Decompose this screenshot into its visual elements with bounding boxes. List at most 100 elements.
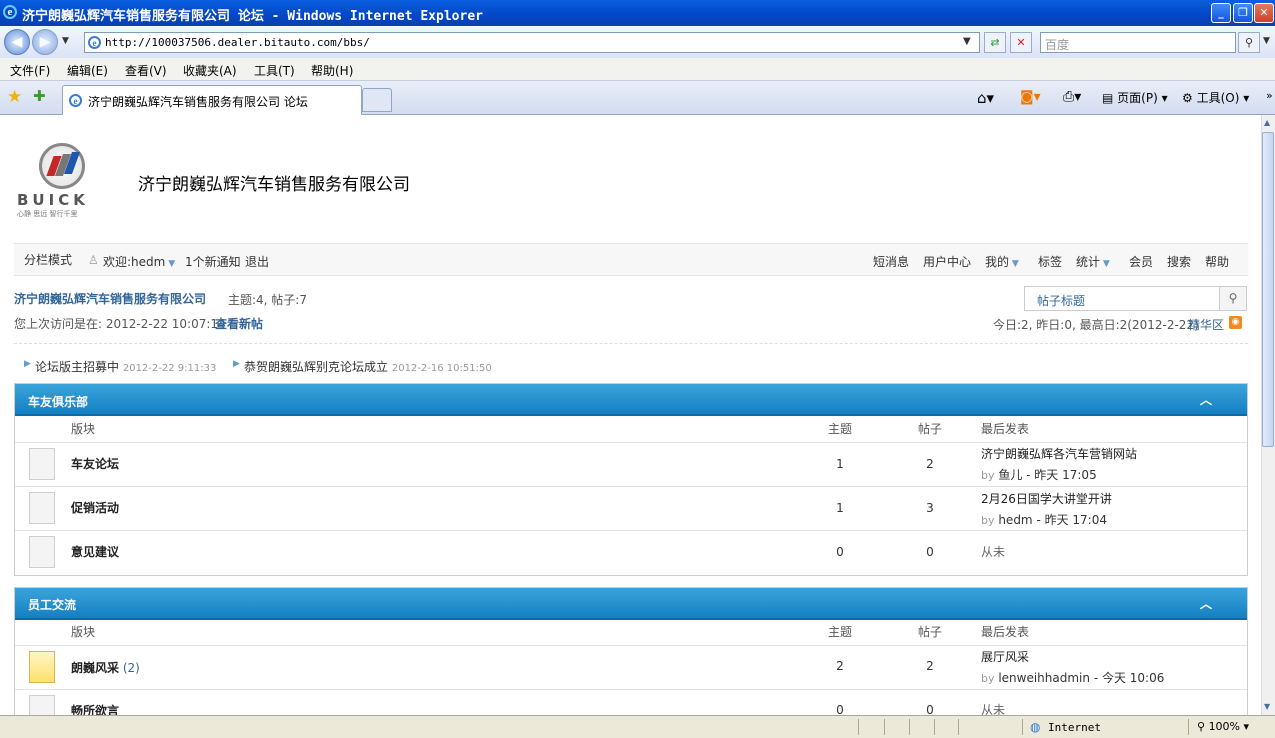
- logout-link[interactable]: 退出: [245, 253, 269, 270]
- print-icon[interactable]: ⎙▾: [1063, 89, 1081, 105]
- by-label: by: [981, 514, 995, 527]
- last-post-meta: by hedm - 昨天 17:04: [981, 511, 1107, 528]
- forum-topics: 2: [836, 659, 844, 673]
- announcement-title: 恭贺朗巍弘辉别克论坛成立: [244, 360, 389, 374]
- menu-view[interactable]: 查看(V): [125, 62, 167, 79]
- more-tools-icon[interactable]: »: [1266, 89, 1273, 102]
- collapse-icon[interactable]: ︿: [1200, 595, 1212, 612]
- view-new-posts-link[interactable]: 查看新帖: [215, 315, 263, 332]
- window-title: 济宁朗巍弘辉汽车销售服务有限公司 论坛 - Windows Internet E…: [22, 9, 483, 24]
- nav-tags[interactable]: 标签: [1038, 253, 1062, 270]
- author-link[interactable]: hedm: [998, 513, 1032, 527]
- announcement-2[interactable]: 恭贺朗巍弘辉别克论坛成立 2012-2-16 10:51:50: [244, 358, 492, 375]
- address-dropdown-icon[interactable]: ▼: [963, 36, 971, 47]
- tab-active[interactable]: e 济宁朗巍弘辉汽车销售服务有限公司 论坛: [62, 85, 362, 115]
- menu-file[interactable]: 文件(F): [10, 62, 50, 79]
- menu-help[interactable]: 帮助(H): [311, 62, 353, 79]
- tools-menu[interactable]: ⚙ 工具(O) ▾: [1182, 89, 1249, 106]
- new-tab-button[interactable]: [362, 88, 392, 112]
- brand-text: BUICK: [17, 191, 89, 209]
- back-button[interactable]: ◀: [4, 29, 30, 55]
- split-mode-button[interactable]: 分栏模式: [24, 251, 72, 268]
- scroll-down-icon[interactable]: ▼: [1264, 702, 1270, 711]
- last-visit: 您上次访问是在: 2012-2-22 10:07:14: [14, 317, 226, 331]
- nav-mine-label: 我的: [985, 255, 1010, 269]
- collapse-icon[interactable]: ︿: [1200, 391, 1212, 408]
- title-bar: e 济宁朗巍弘辉汽车销售服务有限公司 论坛 - Windows Internet…: [0, 0, 1275, 26]
- search-options-icon[interactable]: ▼: [1263, 36, 1270, 46]
- author-link[interactable]: 鱼儿: [998, 468, 1022, 482]
- nav-messages[interactable]: 短消息: [873, 253, 909, 270]
- col-forum: 版块: [71, 422, 96, 436]
- site-title: 济宁朗巍弘辉汽车销售服务有限公司: [138, 175, 410, 195]
- announcement-1[interactable]: 论坛版主招募中 2012-2-22 9:11:33: [35, 358, 216, 375]
- forum-topics: 0: [836, 703, 844, 715]
- forum-name[interactable]: 促销活动: [71, 499, 119, 516]
- nav-user-center[interactable]: 用户中心: [923, 253, 971, 270]
- col-last-post: 最后发表: [981, 422, 1030, 436]
- url-text[interactable]: http://100037506.dealer.bitauto.com/bbs/: [105, 36, 370, 49]
- menu-edit[interactable]: 编辑(E): [67, 62, 108, 79]
- nav-stats[interactable]: 统计 ▼: [1076, 253, 1110, 270]
- add-favorite-icon[interactable]: ✚: [33, 87, 46, 105]
- welcome-text: 欢迎:hedm: [103, 255, 166, 269]
- last-post-title[interactable]: 济宁朗巍弘辉各汽车营销网站: [981, 445, 1137, 462]
- address-bar[interactable]: e http://100037506.dealer.bitauto.com/bb…: [84, 32, 980, 53]
- nav-help[interactable]: 帮助: [1205, 253, 1229, 270]
- favorites-star-icon[interactable]: ★: [7, 87, 22, 107]
- scroll-thumb[interactable]: [1262, 132, 1274, 447]
- post-search-icon[interactable]: ⚲: [1219, 286, 1247, 311]
- post-title-search-input[interactable]: 帖子标题: [1024, 286, 1220, 311]
- close-button[interactable]: ✕: [1254, 3, 1274, 23]
- restore-button[interactable]: ❐: [1233, 3, 1253, 23]
- stats-dropdown-icon: ▼: [1100, 259, 1110, 269]
- row-divider: [15, 486, 1247, 487]
- col-topics: 主题: [827, 422, 852, 436]
- post-time: - 昨天 17:05: [1022, 468, 1097, 482]
- by-label: by: [981, 672, 995, 685]
- brand-slogan: 心静 思远 智行千里: [17, 210, 78, 218]
- rss-icon[interactable]: ◉: [1229, 316, 1242, 329]
- tab-label: 济宁朗巍弘辉汽车销售服务有限公司 论坛: [88, 95, 308, 109]
- home-icon[interactable]: ⌂▾: [977, 89, 994, 107]
- forum-name[interactable]: 意见建议: [71, 543, 119, 560]
- feeds-icon[interactable]: ◙▾: [1020, 89, 1041, 105]
- search-input[interactable]: 百度: [1040, 32, 1236, 53]
- forum-posts: 3: [926, 501, 934, 515]
- forum-home-link[interactable]: 济宁朗巍弘辉汽车销售服务有限公司: [14, 290, 206, 307]
- forum-name[interactable]: 车友论坛: [71, 455, 119, 472]
- section-title[interactable]: 车友俱乐部: [28, 393, 88, 410]
- digest-link[interactable]: 精华区: [1188, 316, 1224, 333]
- page-icon: e: [88, 36, 101, 49]
- welcome-user[interactable]: 欢迎:hedm ▼: [103, 253, 175, 270]
- nav-members[interactable]: 会员: [1129, 253, 1153, 270]
- author-link[interactable]: lenweihhadmin: [998, 671, 1090, 685]
- nav-search[interactable]: 搜索: [1167, 253, 1191, 270]
- forum-name[interactable]: 朗巍风采: [71, 661, 119, 675]
- refresh-button[interactable]: ⇄: [984, 32, 1006, 53]
- section-title[interactable]: 员工交流: [28, 596, 76, 613]
- menu-favorites[interactable]: 收藏夹(A): [183, 62, 237, 79]
- stop-button[interactable]: ✕: [1010, 32, 1032, 53]
- history-dropdown-icon[interactable]: ▼: [62, 36, 69, 46]
- nav-mine[interactable]: 我的 ▼: [985, 253, 1019, 270]
- menu-bar: 文件(F) 编辑(E) 查看(V) 收藏夹(A) 工具(T) 帮助(H): [0, 58, 1275, 81]
- last-post-title: 从未: [981, 703, 1006, 715]
- daily-stats: 今日:2, 昨日:0, 最高日:2(2012-2-22): [993, 318, 1199, 332]
- search-icon[interactable]: ⚲: [1238, 32, 1260, 53]
- page-menu[interactable]: ▤ 页面(P) ▾: [1102, 89, 1168, 106]
- scroll-up-icon[interactable]: ▲: [1264, 118, 1270, 127]
- menu-tools[interactable]: 工具(T): [254, 62, 295, 79]
- last-post-title[interactable]: 展厅风采: [981, 648, 1029, 665]
- notification-link[interactable]: 1个新通知: [185, 253, 241, 270]
- last-post-title[interactable]: 2月26日国学大讲堂开讲: [981, 490, 1112, 507]
- zoom-control[interactable]: ⚲ 100% ▾: [1197, 720, 1249, 733]
- search-post-placeholder: 帖子标题: [1037, 294, 1086, 308]
- forum-status-icon: [29, 492, 55, 524]
- gear-icon: ⚙: [1182, 91, 1197, 105]
- forum-name[interactable]: 畅所欲言: [71, 702, 119, 715]
- page-icon-small: ▤: [1102, 91, 1118, 105]
- minimize-button[interactable]: _: [1211, 3, 1231, 23]
- forward-button[interactable]: ▶: [32, 29, 58, 55]
- by-label: by: [981, 469, 995, 482]
